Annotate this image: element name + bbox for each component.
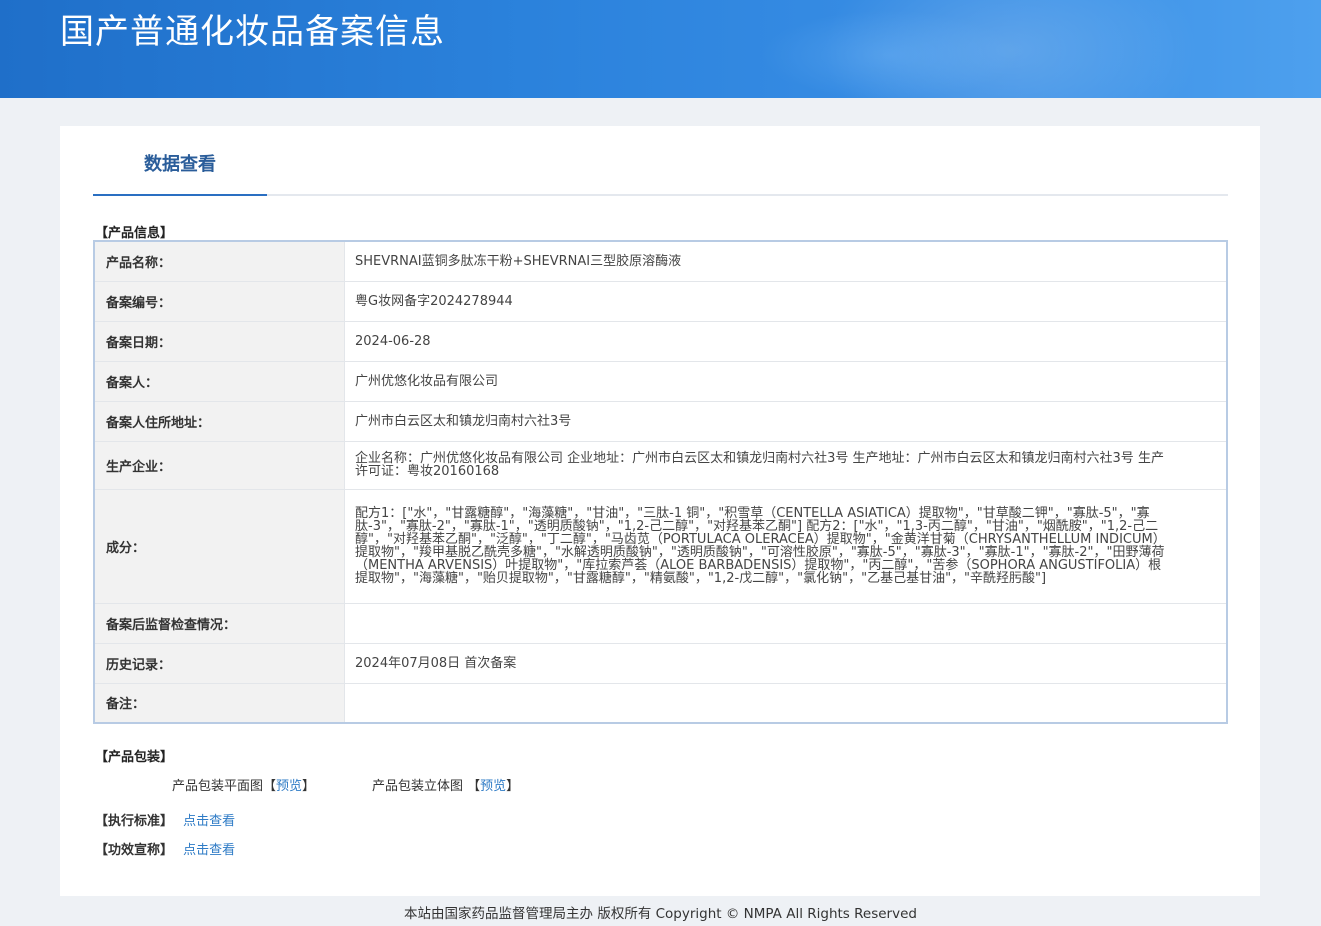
table-row: 产品名称： SHEVRNAI蓝铜多肽冻干粉+SHEVRNAI三型胶原溶酶液 <box>93 240 1228 282</box>
row-key: 成分： <box>93 488 345 604</box>
row-value: 广州市白云区太和镇龙归南村六社3号 <box>344 400 1228 442</box>
table-row: 备案人： 广州优悠化妆品有限公司 <box>93 360 1228 402</box>
row-key: 备案人住所地址： <box>93 400 345 442</box>
row-value <box>344 602 1228 644</box>
page-title: 国产普通化妆品备案信息 <box>60 12 445 52</box>
row-value: 配方1：["水"，"甘露糖醇"，"海藻糖"，"甘油"，"三肽-1 铜"，"积雪草… <box>344 488 1228 604</box>
row-value <box>344 682 1228 724</box>
header-banner: 国产普通化妆品备案信息 <box>0 0 1321 98</box>
packaging-solid-row: 产品包装立体图 【预览】 <box>372 779 520 794</box>
row-value: 企业名称：广州优悠化妆品有限公司 企业地址：广州市白云区太和镇龙归南村六社3号 … <box>344 440 1228 490</box>
row-value: 粤G妆网备字2024278944 <box>344 280 1228 322</box>
product-info-table: 产品名称： SHEVRNAI蓝铜多肽冻干粉+SHEVRNAI三型胶原溶酶液 备案… <box>93 240 1228 724</box>
content-card: 数据查看 【产品信息】 产品名称： SHEVRNAI蓝铜多肽冻干粉+SHEVRN… <box>60 126 1260 896</box>
row-key: 备案人： <box>93 360 345 402</box>
footer-copyright: 本站由国家药品监督管理局主办 版权所有 Copyright © NMPA All… <box>404 906 917 922</box>
row-value: 广州优悠化妆品有限公司 <box>344 360 1228 402</box>
row-value: 2024-06-28 <box>344 320 1228 362</box>
packaging-solid-label: 产品包装立体图 <box>372 779 464 794</box>
row-key: 生产企业： <box>93 440 345 490</box>
table-row: 备案后监督检查情况： <box>93 602 1228 644</box>
packaging-solid-preview-link[interactable]: 预览 <box>480 779 506 794</box>
row-key: 备案日期： <box>93 320 345 362</box>
table-row: 备案日期： 2024-06-28 <box>93 320 1228 362</box>
efficacy-section-label: 【功效宣称】 <box>95 843 174 858</box>
packaging-section-label: 【产品包装】 <box>95 750 174 765</box>
standard-section-label: 【执行标准】 <box>95 814 174 829</box>
standard-view-link[interactable]: 点击查看 <box>183 814 235 829</box>
row-key: 产品名称： <box>93 240 345 282</box>
efficacy-view-link[interactable]: 点击查看 <box>183 843 235 858</box>
efficacy-row: 【功效宣称】 点击查看 <box>95 839 235 858</box>
row-key: 备案后监督检查情况： <box>93 602 345 644</box>
row-key: 历史记录： <box>93 642 345 684</box>
row-key: 备注： <box>93 682 345 724</box>
table-row: 备案编号： 粤G妆网备字2024278944 <box>93 280 1228 322</box>
packaging-flat-row: 产品包装平面图【预览】 <box>172 779 316 794</box>
packaging-flat-preview-link[interactable]: 预览 <box>276 779 302 794</box>
table-row: 历史记录： 2024年07月08日 首次备案 <box>93 642 1228 684</box>
table-row: 成分： 配方1：["水"，"甘露糖醇"，"海藻糖"，"甘油"，"三肽-1 铜"，… <box>93 488 1228 604</box>
product-info-section-label: 【产品信息】 <box>95 226 174 241</box>
table-row: 备案人住所地址： 广州市白云区太和镇龙归南村六社3号 <box>93 400 1228 442</box>
tab-bar: 数据查看 <box>93 126 1228 196</box>
table-row: 备注： <box>93 682 1228 724</box>
row-key: 备案编号： <box>93 280 345 322</box>
table-row: 生产企业： 企业名称：广州优悠化妆品有限公司 企业地址：广州市白云区太和镇龙归南… <box>93 440 1228 490</box>
row-value: 2024年07月08日 首次备案 <box>344 642 1228 684</box>
tab-data-view[interactable]: 数据查看 <box>93 126 267 196</box>
row-value: SHEVRNAI蓝铜多肽冻干粉+SHEVRNAI三型胶原溶酶液 <box>344 240 1228 282</box>
standard-row: 【执行标准】 点击查看 <box>95 810 235 829</box>
packaging-flat-label: 产品包装平面图 <box>172 779 264 794</box>
